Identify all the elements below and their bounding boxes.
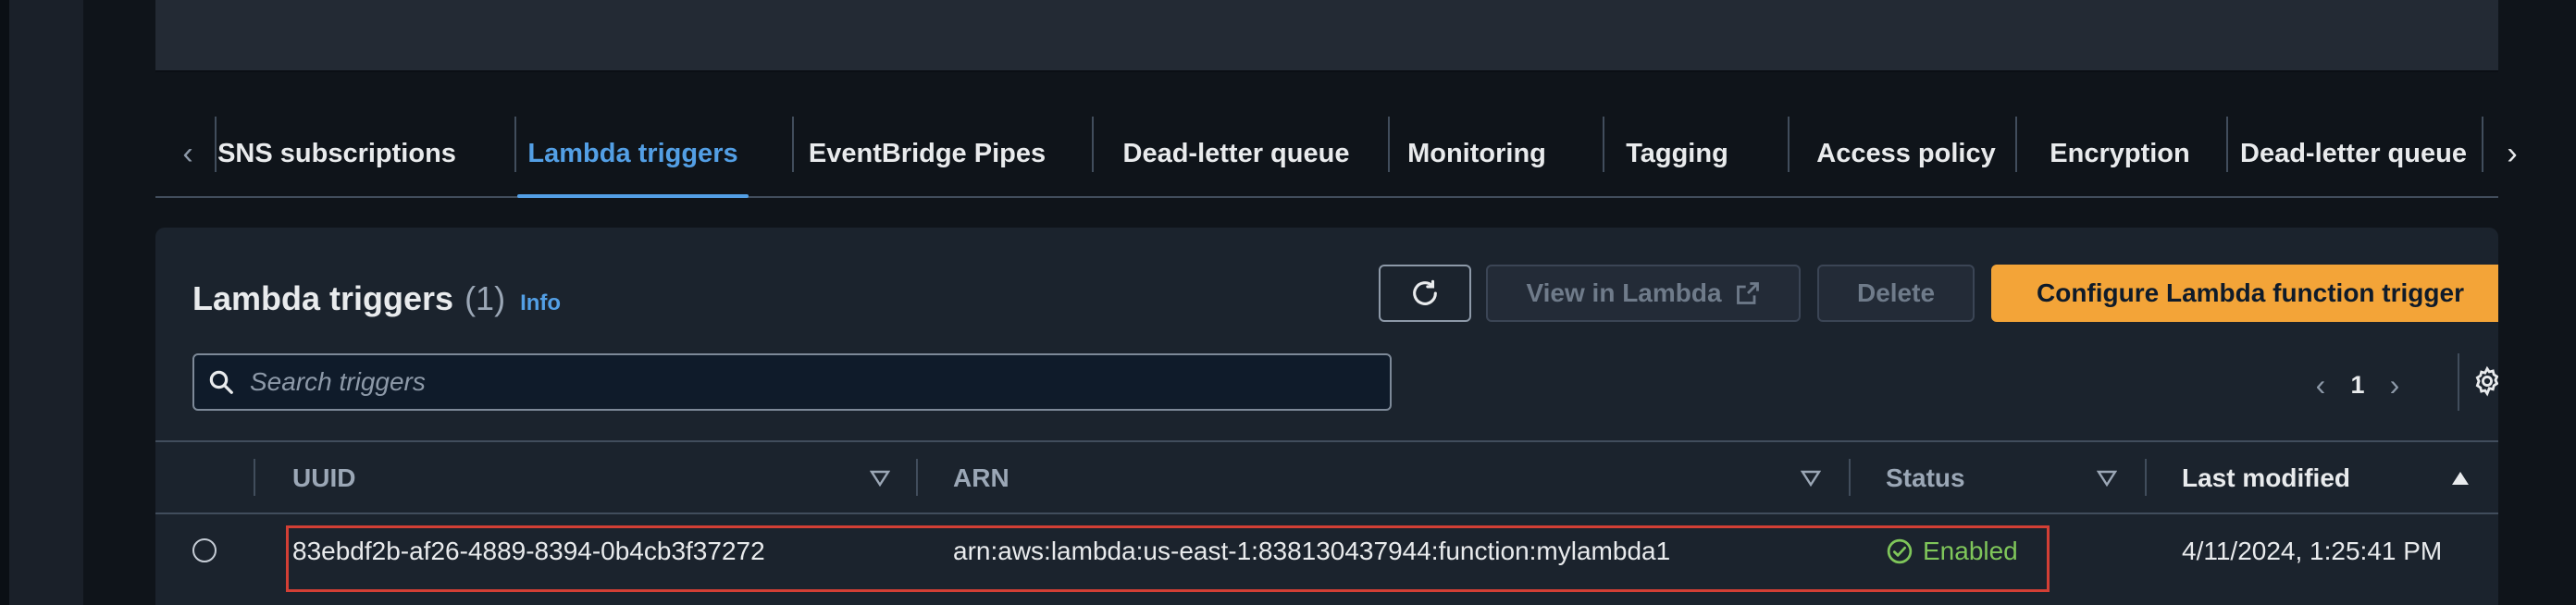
tab-divider bbox=[514, 117, 516, 172]
refresh-button[interactable] bbox=[1379, 265, 1471, 322]
tab-divider bbox=[215, 117, 217, 172]
view-in-lambda-label: View in Lambda bbox=[1526, 278, 1722, 307]
pager-divider bbox=[2458, 353, 2459, 411]
caret-down-icon[interactable] bbox=[866, 464, 894, 492]
arn-cell: arn:aws:lambda:us-east-1:838130437944:fu… bbox=[953, 537, 1671, 565]
tab-encryption[interactable]: Encryption bbox=[2018, 111, 2222, 196]
column-divider bbox=[254, 459, 255, 496]
panel-title: Lambda triggers bbox=[192, 279, 454, 317]
panel-header: Lambda triggers (1) Info bbox=[192, 279, 561, 318]
details-tabs: ‹ SNS subscriptions Lambda triggers Even… bbox=[155, 111, 2518, 198]
pagination: ‹ 1 › bbox=[2302, 357, 2487, 413]
previous-page-icon[interactable]: ‹ bbox=[2302, 368, 2339, 402]
tab-divider bbox=[2015, 117, 2017, 172]
caret-down-icon[interactable] bbox=[1797, 464, 1825, 492]
table-header: UUID ARN Status Last modified bbox=[155, 440, 2498, 514]
column-divider bbox=[916, 459, 918, 496]
tab-monitoring[interactable]: Monitoring bbox=[1391, 111, 1563, 196]
tab-divider bbox=[1603, 117, 1604, 172]
tab-divider bbox=[1092, 117, 1094, 172]
search-icon bbox=[194, 368, 248, 396]
caret-down-icon[interactable] bbox=[2093, 464, 2121, 492]
tab-divider bbox=[2482, 117, 2483, 172]
search-input[interactable] bbox=[248, 366, 1362, 398]
column-header-last-modified[interactable]: Last modified bbox=[2182, 442, 2350, 514]
lambda-triggers-panel: Lambda triggers (1) Info View in Lambda … bbox=[155, 228, 2498, 605]
column-header-status[interactable]: Status bbox=[1886, 442, 1965, 514]
refresh-icon bbox=[1413, 279, 1437, 305]
external-link-icon bbox=[1736, 282, 1759, 304]
configure-label: Configure Lambda function trigger bbox=[2037, 278, 2464, 307]
left-navigation-rail bbox=[0, 0, 83, 605]
configure-lambda-trigger-button[interactable]: Configure Lambda function trigger bbox=[1991, 265, 2498, 322]
tab-dead-letter-queue[interactable]: Dead-letter queue bbox=[1095, 111, 1378, 196]
tab-tagging[interactable]: Tagging bbox=[1605, 111, 1749, 196]
tabs-scroll-right-icon[interactable]: › bbox=[2494, 135, 2531, 172]
search-bar bbox=[192, 353, 1392, 411]
view-in-lambda-button[interactable]: View in Lambda bbox=[1486, 265, 1801, 322]
tab-lambda-triggers[interactable]: Lambda triggers bbox=[517, 111, 749, 198]
status-label: Enabled bbox=[1923, 537, 2018, 565]
tabs-scroll-left-icon[interactable]: ‹ bbox=[169, 135, 206, 172]
column-divider bbox=[2145, 459, 2147, 496]
tab-divider bbox=[1388, 117, 1390, 172]
tab-divider bbox=[1788, 117, 1790, 172]
tab-divider bbox=[792, 117, 794, 172]
tab-access-policy[interactable]: Access policy bbox=[1790, 111, 2022, 196]
delete-button[interactable]: Delete bbox=[1817, 265, 1975, 322]
current-page-number[interactable]: 1 bbox=[2339, 371, 2376, 400]
gear-icon[interactable] bbox=[2467, 361, 2498, 401]
sort-ascending-icon[interactable] bbox=[2446, 464, 2474, 492]
column-header-arn[interactable]: ARN bbox=[953, 442, 1009, 514]
next-page-icon[interactable]: › bbox=[2376, 368, 2413, 402]
top-panel bbox=[155, 0, 2498, 72]
trigger-count: (1) bbox=[464, 279, 506, 317]
last-modified-cell: 4/11/2024, 1:25:41 PM bbox=[2182, 537, 2443, 565]
row-select-radio[interactable] bbox=[192, 538, 217, 562]
delete-label: Delete bbox=[1856, 278, 1936, 307]
table-row[interactable]: 83ebdf2b-af26-4889-8394-0b4cb3f37272 arn… bbox=[155, 514, 2498, 588]
column-header-uuid[interactable]: UUID bbox=[292, 442, 355, 514]
check-circle-icon bbox=[1887, 538, 1913, 564]
tab-eventbridge-pipes[interactable]: EventBridge Pipes bbox=[799, 111, 1056, 196]
column-divider bbox=[1849, 459, 1851, 496]
tab-sns-subscriptions[interactable]: SNS subscriptions bbox=[217, 111, 456, 196]
tab-divider bbox=[2226, 117, 2228, 172]
uuid-cell: 83ebdf2b-af26-4889-8394-0b4cb3f37272 bbox=[292, 537, 765, 565]
info-link[interactable]: Info bbox=[520, 290, 561, 316]
tab-dead-letter-queue-2[interactable]: Dead-letter queue bbox=[2229, 111, 2481, 196]
status-cell: Enabled bbox=[1886, 514, 2018, 588]
